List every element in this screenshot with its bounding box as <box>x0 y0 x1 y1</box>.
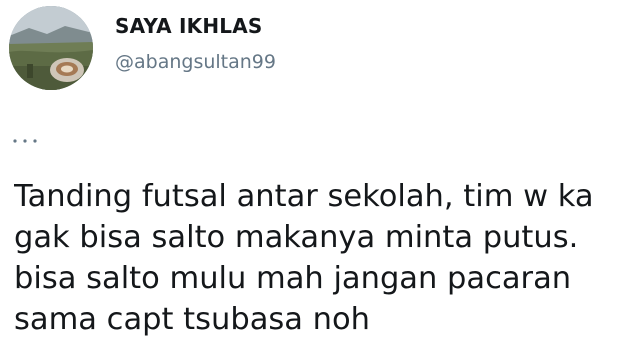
tweet-text-line: bisa salto mulu mah jangan pacaran <box>14 261 572 296</box>
tweet-text-line: sama capt tsubasa noh <box>14 302 370 337</box>
tweet-card: SAYA IKHLAS @abangsultan99 Tanding futsa… <box>0 0 640 360</box>
avatar[interactable] <box>9 6 93 90</box>
display-name[interactable]: SAYA IKHLAS <box>115 14 262 38</box>
tweet-text-line: Tanding futsal antar sekolah, tim w ka <box>14 179 594 214</box>
user-handle[interactable]: @abangsultan99 <box>115 51 276 73</box>
avatar-image <box>9 6 93 90</box>
tweet-text: Tanding futsal antar sekolah, tim w ka g… <box>14 176 640 340</box>
ellipsis-dots-icon[interactable] <box>12 138 38 144</box>
tweet-text-line: gak bisa salto makanya minta putus. <box>14 220 579 255</box>
